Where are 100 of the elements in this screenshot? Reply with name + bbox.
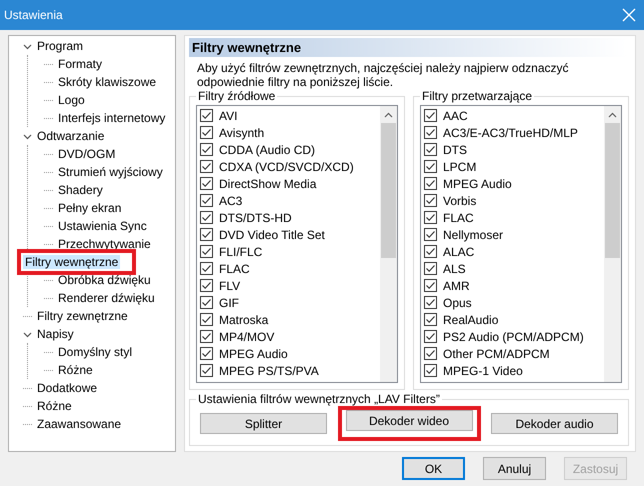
scroll-thumb[interactable] (605, 123, 620, 258)
tree-item[interactable]: Różne (56, 363, 95, 377)
checkbox[interactable] (200, 228, 213, 241)
filter-label: Nellymoser (443, 228, 504, 242)
tree-item[interactable]: Zaawansowane (35, 417, 124, 431)
checkbox[interactable] (200, 364, 213, 377)
dialog-button[interactable]: Anuluj (483, 457, 546, 480)
checkbox[interactable] (424, 347, 437, 360)
filter-label: GIF (219, 296, 239, 310)
checkbox[interactable] (200, 262, 213, 275)
checkbox[interactable] (424, 228, 437, 241)
checkbox[interactable] (424, 194, 437, 207)
chevron-icon[interactable] (23, 132, 32, 140)
filter-label: DTS (443, 142, 467, 156)
group-label: Filtry źródłowe (197, 89, 276, 103)
tree-item[interactable]: Domyślny styl (56, 345, 134, 359)
scrollbar[interactable] (604, 106, 621, 382)
checkbox[interactable] (200, 126, 213, 139)
tree-item[interactable]: Przechwytywanie (56, 237, 153, 251)
filter-label: PS2 Audio (PCM/ADPCM) (443, 330, 584, 344)
scroll-up-icon[interactable] (384, 112, 393, 118)
checkbox[interactable] (424, 160, 437, 173)
scroll-thumb[interactable] (381, 123, 396, 258)
checkbox[interactable] (424, 364, 437, 377)
filter-label: FLAC (219, 262, 250, 276)
filter-label: MPEG Audio (443, 176, 512, 190)
checkbox[interactable] (424, 279, 437, 292)
close-icon[interactable] (622, 8, 636, 22)
window-title: Ustawienia (4, 8, 63, 22)
checkbox[interactable] (200, 109, 213, 122)
tree-item[interactable]: Interfejs internetowy (56, 111, 168, 125)
panel-title: Filtry wewnętrzne (192, 40, 302, 55)
checkbox[interactable] (424, 177, 437, 190)
filter-label: DVD Video Title Set (219, 228, 325, 242)
tree-item[interactable]: Filtry zewnętrzne (35, 309, 130, 323)
filter-label: FLV (219, 278, 240, 292)
checkbox[interactable] (424, 245, 437, 258)
tree-item[interactable]: Obróbka dźwięku (56, 273, 153, 287)
tree-item[interactable]: Logo (56, 93, 87, 107)
checkbox[interactable] (424, 126, 437, 139)
tree-item[interactable]: Shadery (56, 183, 105, 197)
filter-label: AAC (443, 108, 468, 122)
tree-item[interactable]: Formaty (56, 57, 104, 71)
checkbox[interactable] (200, 347, 213, 360)
filter-label: DTS/DTS-HD (219, 210, 292, 224)
description-text: Aby użyć filtrów zewnętrznych, najczęściej należy najpierw odznaczyć odpowiednie filtry na poniższej liście. (197, 61, 570, 89)
filter-settings-button[interactable]: Dekoder audio (491, 413, 618, 434)
tree-item[interactable]: Program (35, 39, 86, 53)
chevron-icon[interactable] (23, 42, 32, 50)
checkbox[interactable] (200, 211, 213, 224)
filter-label: AVI (219, 108, 238, 122)
filter-label: ALAC (443, 244, 474, 258)
checkbox[interactable] (424, 143, 437, 156)
tree-item[interactable]: Dodatkowe (35, 381, 100, 395)
filter-label: AMR (443, 278, 470, 292)
filter-label: AC3 (219, 194, 242, 208)
group-label: Ustawienia filtrów wewnętrznych „LAV Filters” (197, 392, 441, 406)
checkbox[interactable] (424, 330, 437, 343)
filter-label: CDXA (VCD/SVCD/XCD) (219, 160, 354, 174)
checkbox[interactable] (424, 262, 437, 275)
checkbox[interactable] (200, 313, 213, 326)
filter-label: LPCM (443, 160, 476, 174)
checkbox[interactable] (424, 109, 437, 122)
checkbox[interactable] (200, 194, 213, 207)
checkbox[interactable] (424, 211, 437, 224)
tree-item[interactable]: Odtwarzanie (35, 129, 106, 143)
filter-label: MP4/MOV (219, 330, 274, 344)
filter-settings-button[interactable]: Splitter (200, 413, 327, 434)
tree-item[interactable]: Skróty klawiszowe (56, 75, 158, 89)
checkbox[interactable] (200, 330, 213, 343)
filter-label: RealAudio (443, 312, 498, 326)
filter-label: Vorbis (443, 194, 476, 208)
checkbox[interactable] (200, 160, 213, 173)
checkbox[interactable] (200, 143, 213, 156)
scroll-up-icon[interactable] (608, 112, 617, 118)
checkbox[interactable] (200, 296, 213, 309)
filter-label: Other PCM/ADPCM (443, 346, 550, 360)
tree-item[interactable]: DVD/OGM (56, 147, 118, 161)
tree-item[interactable]: Różne (35, 399, 74, 413)
checkbox[interactable] (424, 296, 437, 309)
tree-item[interactable]: Renderer dźwięku (56, 291, 157, 305)
checkbox[interactable] (424, 313, 437, 326)
chevron-icon[interactable] (23, 330, 32, 338)
checkbox[interactable] (200, 245, 213, 258)
filter-label: AC3/E-AC3/TrueHD/MLP (443, 126, 578, 140)
tree-item[interactable]: Strumień wyjściowy (56, 165, 165, 179)
filter-settings-button[interactable]: Dekoder wideo (346, 410, 472, 431)
scrollbar[interactable] (380, 106, 397, 382)
tree-item[interactable]: Napisy (35, 327, 76, 341)
filter-label: FLAC (443, 210, 474, 224)
filter-label: FLI/FLC (219, 244, 262, 258)
checkbox[interactable] (200, 177, 213, 190)
filter-label: DirectShow Media (219, 176, 316, 190)
tree-item[interactable]: Pełny ekran (56, 201, 124, 215)
tree-item[interactable]: Ustawienia Sync (56, 219, 149, 233)
filter-label: ALS (443, 262, 466, 276)
tree-item[interactable]: Filtry wewnętrzne (23, 255, 120, 269)
checkbox[interactable] (200, 279, 213, 292)
dialog-button[interactable]: OK (402, 457, 465, 480)
filter-label: MPEG PS/TS/PVA (219, 364, 319, 378)
